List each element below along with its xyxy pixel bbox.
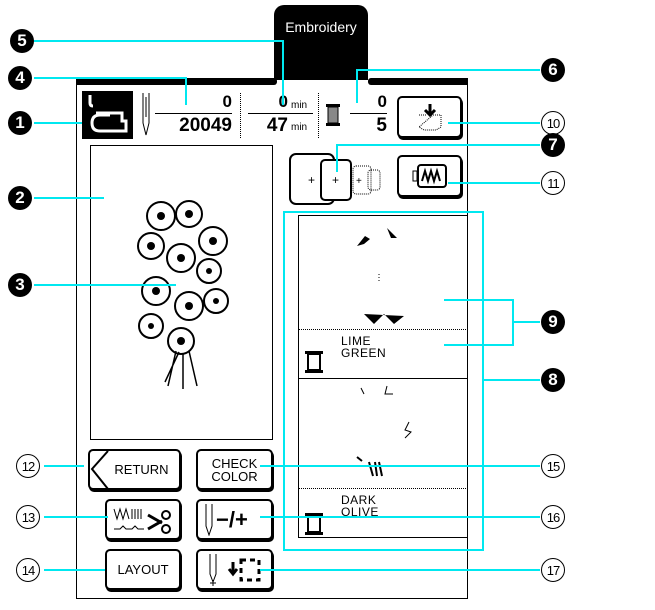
callout-16: 16 xyxy=(541,505,565,529)
callout-7: 7 xyxy=(541,133,565,157)
callout-14: 14 xyxy=(16,558,40,582)
callout-2: 2 xyxy=(8,186,32,210)
callout-3: 3 xyxy=(8,273,32,297)
callout-4: 4 xyxy=(8,66,32,90)
callout-9: 9 xyxy=(541,310,565,334)
callout-17: 17 xyxy=(541,558,565,582)
callout-15: 15 xyxy=(541,454,565,478)
callout-13: 13 xyxy=(16,505,40,529)
callout-6: 6 xyxy=(541,58,565,82)
callout-1: 1 xyxy=(8,111,32,135)
callout-8: 8 xyxy=(541,368,565,392)
callout-5: 5 xyxy=(10,29,34,53)
callout-11: 11 xyxy=(541,171,565,195)
embroidery-screen-diagram: Embroidery 0 20049 0 min 47 min 0 5 + + … xyxy=(0,0,655,610)
callout-12: 12 xyxy=(16,454,40,478)
callout-10: 10 xyxy=(541,111,565,135)
